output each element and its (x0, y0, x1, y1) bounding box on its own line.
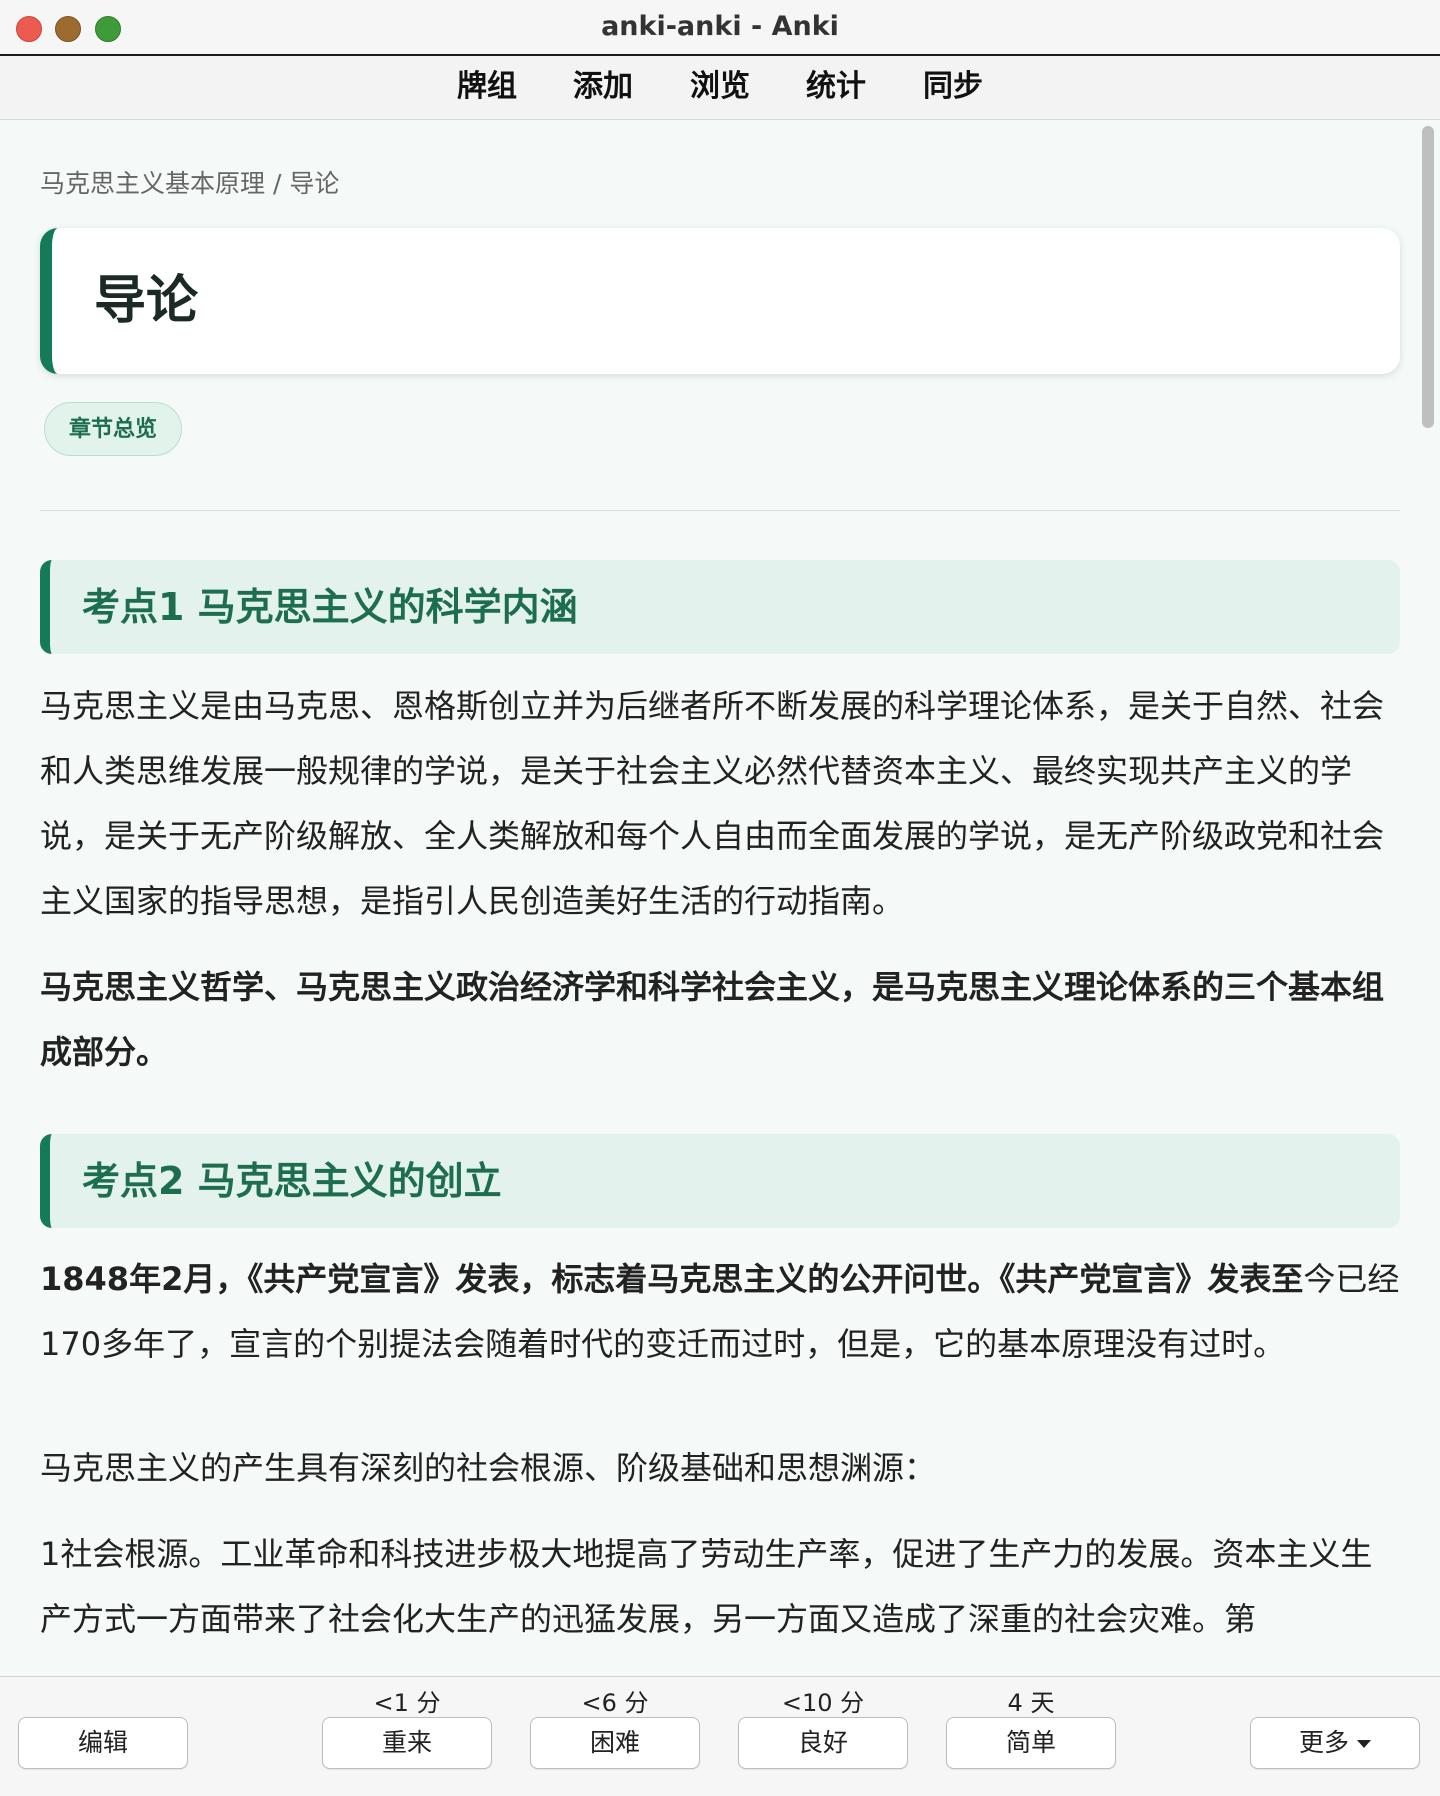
section-heading-2: 考点2 马克思主义的创立 (40, 1134, 1400, 1228)
easy-interval: 4 天 (1007, 1689, 1055, 1717)
again-interval: <1 分 (373, 1689, 441, 1717)
title-card: 导论 (40, 228, 1400, 374)
section-heading-text: 考点1 马克思主义的科学内涵 (82, 585, 578, 629)
good-interval: <10 分 (781, 1689, 865, 1717)
chevron-down-icon (1357, 1740, 1371, 1748)
title-bar: anki-anki - Anki (0, 0, 1440, 56)
chapter-tag: 章节总览 (44, 402, 182, 456)
main-toolbar: 牌组 添加 浏览 统计 同步 (0, 56, 1440, 120)
scrollbar[interactable] (1414, 120, 1440, 1676)
card-content[interactable]: 马克思主义基本原理 / 导论 导论 章节总览 考点1 马克思主义的科学内涵 马克… (0, 120, 1440, 1676)
section-heading-1: 考点1 马克思主义的科学内涵 (40, 560, 1400, 654)
more-label: 更多 (1298, 1728, 1349, 1757)
again-button[interactable]: 重来 (322, 1717, 492, 1769)
edit-button[interactable]: 编辑 (18, 1717, 188, 1769)
toolbar-stats[interactable]: 统计 (806, 56, 866, 118)
paragraph-origins: 马克思主义的产生具有深刻的社会根源、阶级基础和思想渊源： (40, 1449, 937, 1487)
toolbar-decks[interactable]: 牌组 (457, 56, 517, 118)
breadcrumb: 马克思主义基本原理 / 导论 (40, 169, 340, 198)
window-title: anki-anki - Anki (601, 11, 839, 42)
hard-interval: <6 分 (581, 1689, 649, 1717)
divider (40, 510, 1400, 511)
scrollbar-thumb[interactable] (1422, 126, 1434, 428)
hard-button[interactable]: 困难 (530, 1717, 700, 1769)
paragraph-manifesto: 1848年2月，《共产党宣言》发表，标志着马克思主义的公开问世。《共产党宣言》发… (40, 1247, 1400, 1377)
paragraph-components: 马克思主义哲学、马克思主义政治经济学和科学社会主义，是马克思主义理论体系的三个基… (40, 968, 1385, 1071)
easy-button[interactable]: 简单 (946, 1717, 1116, 1769)
toolbar-sync[interactable]: 同步 (923, 56, 983, 118)
section-heading-text: 考点2 马克思主义的创立 (82, 1159, 502, 1203)
paragraph-social-roots: 1社会根源。工业革命和科技进步极大地提高了劳动生产率，促进了生产力的发展。资本主… (40, 1535, 1373, 1638)
more-button[interactable]: 更多 (1250, 1717, 1420, 1769)
review-bar: 编辑 <1 分 重来 <6 分 困难 <10 分 良好 4 天 简单 更多 (0, 1676, 1440, 1796)
toolbar-browse[interactable]: 浏览 (690, 56, 750, 118)
manifesto-bold-text: 1848年2月，《共产党宣言》发表，标志着马克思主义的公开问世。《共产党宣言》发… (40, 1260, 1304, 1298)
page-title: 导论 (94, 271, 199, 331)
paragraph-definition: 马克思主义是由马克思、恩格斯创立并为后继者所不断发展的科学理论体系，是关于自然、… (40, 687, 1385, 920)
toolbar-add[interactable]: 添加 (573, 56, 633, 118)
good-button[interactable]: 良好 (738, 1717, 908, 1769)
